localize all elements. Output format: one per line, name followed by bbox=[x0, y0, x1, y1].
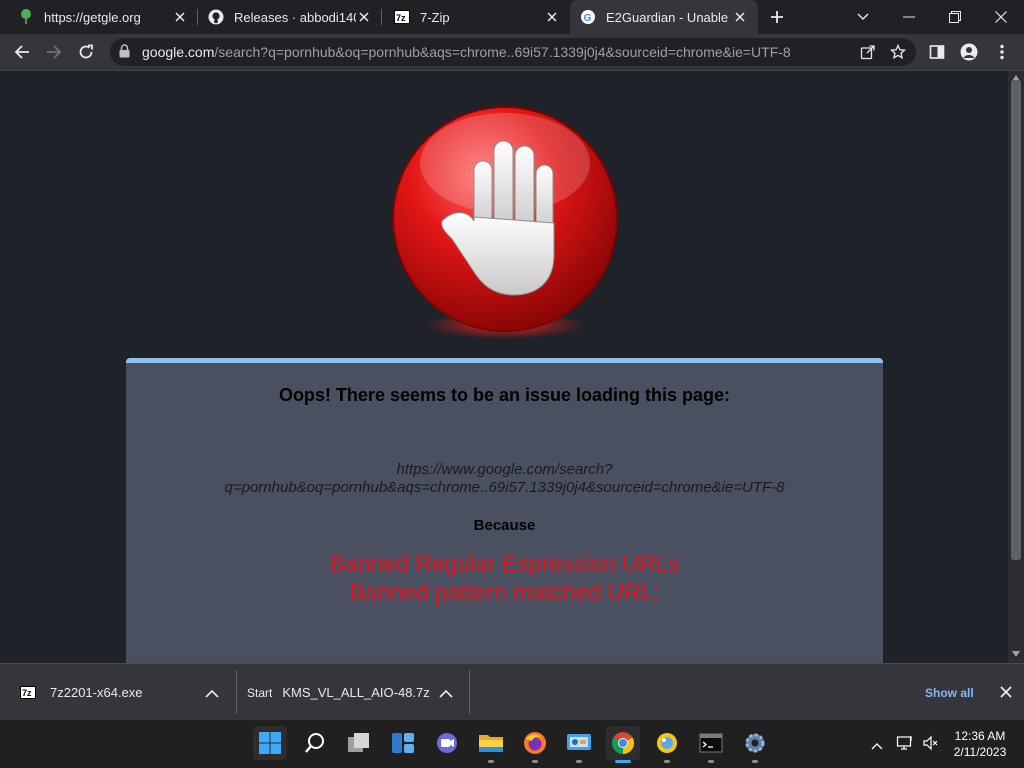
error-heading: Oops! There seems to be an issue loading… bbox=[278, 385, 731, 405]
blocked-url-line1: https://www.google.com/search? bbox=[396, 461, 613, 478]
google-icon: G bbox=[580, 9, 596, 25]
tab-getgle[interactable]: https://getgle.org bbox=[8, 0, 198, 34]
new-tab-button[interactable] bbox=[765, 5, 789, 29]
tab-title: E2Guardian - Unable to bbox=[606, 9, 732, 25]
download-bar bbox=[0, 663, 1024, 721]
tree-icon bbox=[18, 9, 34, 25]
clock[interactable]: 12:36 AM 2/11/2023 bbox=[948, 729, 1012, 759]
close-icon[interactable] bbox=[732, 9, 748, 25]
show-all-button[interactable]: Show all bbox=[925, 664, 974, 721]
volume-muted-icon[interactable] bbox=[922, 735, 938, 756]
block-reason: Banned Regular Expression URLs Banned pa… bbox=[126, 549, 883, 607]
menu-icon[interactable] bbox=[990, 40, 1014, 64]
widgets-icon[interactable] bbox=[386, 726, 420, 760]
chrome-icon[interactable] bbox=[606, 726, 640, 760]
tab-releases[interactable]: Releases · abbodi1406/ bbox=[198, 0, 382, 34]
url-path: /search?q=pornhub&oq=pornhub&aqs=chrome.… bbox=[214, 44, 791, 60]
clock-time: 12:36 AM bbox=[954, 729, 1006, 743]
blocked-url: https://www.google.com/search? q=pornhub… bbox=[186, 461, 823, 497]
page-content: Oops! There seems to be an issue loading… bbox=[0, 71, 1008, 663]
vlc-media-icon[interactable] bbox=[650, 726, 684, 760]
terminal-icon[interactable] bbox=[694, 726, 728, 760]
url-text[interactable]: google.com/search?q=pornhub&oq=pornhub&a… bbox=[142, 44, 791, 60]
tab-e2guardian[interactable]: G E2Guardian - Unable to bbox=[570, 0, 758, 34]
block-reason-line2: Banned pattern matched URL: bbox=[349, 579, 660, 605]
tab-title: 7-Zip bbox=[420, 9, 450, 25]
close-icon[interactable] bbox=[544, 9, 560, 25]
stop-hand-icon bbox=[380, 91, 630, 346]
download-item-7z[interactable]: 7z 7z2201-x64.exe bbox=[20, 664, 143, 721]
forward-button[interactable] bbox=[42, 40, 66, 64]
restore-button[interactable] bbox=[932, 0, 978, 34]
close-icon[interactable] bbox=[356, 9, 372, 25]
close-window-button[interactable] bbox=[978, 0, 1024, 34]
control-panel-icon[interactable] bbox=[562, 726, 596, 760]
scrollbar-thumb[interactable] bbox=[1011, 80, 1021, 560]
clock-date: 2/11/2023 bbox=[953, 745, 1007, 759]
settings-gear-icon[interactable] bbox=[738, 726, 772, 760]
chevron-up-icon[interactable] bbox=[871, 737, 883, 755]
svg-text:7z: 7z bbox=[22, 688, 32, 698]
url-host: google.com bbox=[142, 44, 215, 60]
profile-icon[interactable] bbox=[957, 40, 981, 64]
github-icon bbox=[208, 9, 224, 25]
back-button[interactable] bbox=[10, 40, 34, 64]
close-icon[interactable] bbox=[1000, 685, 1012, 703]
download-item-kms[interactable]: Start KMS_VL_ALL_AIO-48.7z bbox=[247, 664, 430, 721]
chevron-up-icon[interactable] bbox=[439, 686, 453, 704]
tab-title: Releases · abbodi1406/ bbox=[234, 9, 356, 25]
windows-start-icon[interactable] bbox=[253, 726, 287, 760]
firefox-icon[interactable] bbox=[518, 726, 552, 760]
lock-icon[interactable] bbox=[119, 44, 130, 63]
task-view-icon[interactable] bbox=[342, 726, 376, 760]
because-label: Because bbox=[473, 517, 536, 534]
download-filename: 7z2201-x64.exe bbox=[50, 685, 143, 700]
network-icon[interactable] bbox=[896, 735, 914, 756]
bookmark-star-icon[interactable] bbox=[886, 40, 910, 64]
svg-text:7z: 7z bbox=[396, 13, 406, 23]
search-icon[interactable] bbox=[298, 726, 332, 760]
7zip-icon: 7z bbox=[394, 9, 410, 25]
reload-button[interactable] bbox=[74, 40, 98, 64]
chevron-up-icon[interactable] bbox=[205, 686, 219, 704]
download-status: Start bbox=[247, 685, 273, 700]
download-filename: KMS_VL_ALL_AIO-48.7z bbox=[282, 685, 430, 700]
blocked-url-line2: q=pornhub&oq=pornhub&aqs=chrome..69i57.1… bbox=[224, 479, 785, 496]
block-reason-line1: Banned Regular Expression URLs bbox=[329, 550, 680, 576]
error-panel: Oops! There seems to be an issue loading… bbox=[126, 358, 883, 663]
tab-title: https://getgle.org bbox=[44, 9, 141, 25]
share-icon[interactable] bbox=[856, 40, 880, 64]
teams-chat-icon[interactable] bbox=[430, 726, 464, 760]
file-explorer-icon[interactable] bbox=[474, 726, 508, 760]
svg-text:G: G bbox=[584, 13, 592, 24]
tab-search-button[interactable] bbox=[840, 0, 886, 34]
7zip-icon: 7z bbox=[20, 686, 36, 699]
tab-7zip[interactable]: 7z 7-Zip bbox=[384, 0, 570, 34]
close-icon[interactable] bbox=[172, 9, 188, 25]
side-panel-icon[interactable] bbox=[925, 40, 949, 64]
minimize-button[interactable] bbox=[886, 0, 932, 34]
